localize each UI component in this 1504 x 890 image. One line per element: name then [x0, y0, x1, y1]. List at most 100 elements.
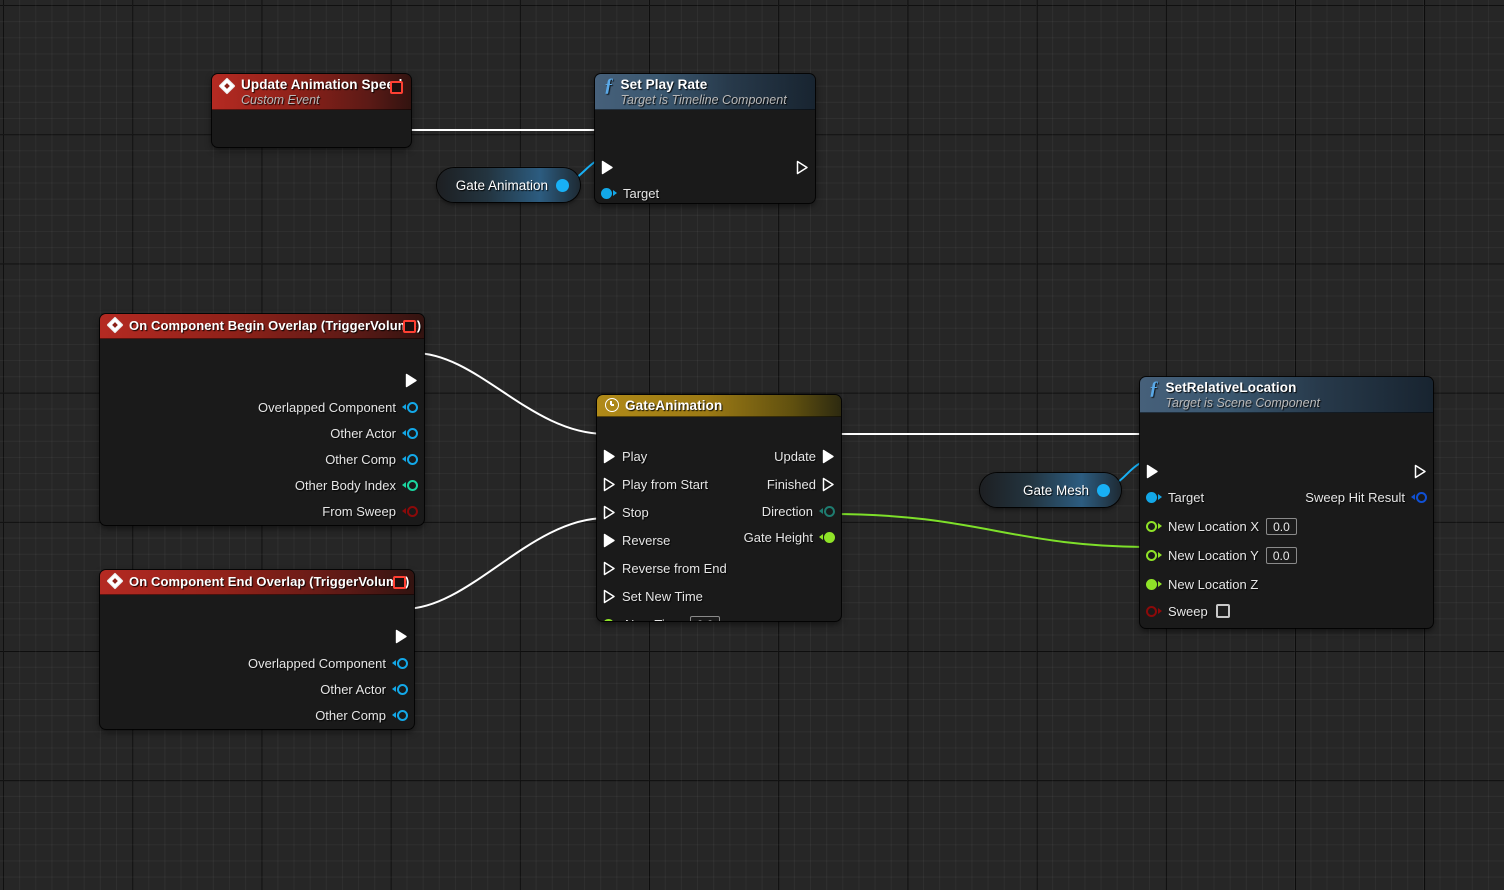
pin-label: Sweep [1168, 603, 1208, 619]
pin-gate-height[interactable]: Gate Height [744, 528, 835, 546]
object-pin-icon[interactable] [392, 709, 408, 721]
pin-from-sweep[interactable]: From Sweep [322, 502, 418, 520]
boolean-pin-icon[interactable] [1146, 605, 1162, 617]
pin-label: Play from Start [622, 476, 708, 492]
node-on-component-end-overlap[interactable]: On Component End Overlap (TriggerVolume)… [100, 570, 414, 729]
pin-update[interactable]: Update [774, 447, 835, 465]
pin-exec-output[interactable] [796, 158, 809, 176]
pin-other-comp[interactable]: Other Comp [325, 450, 418, 468]
exec-pin-icon[interactable] [603, 505, 616, 520]
float-pin-icon[interactable] [819, 531, 835, 543]
exec-pin-icon[interactable] [822, 477, 835, 492]
object-pin-icon[interactable] [1097, 483, 1110, 497]
pin-exec-input[interactable] [1146, 462, 1159, 480]
pin-label: Set New Time [622, 588, 703, 604]
pin-direction[interactable]: Direction [762, 502, 835, 520]
wire-exec-endoverlap-to-reverse [403, 517, 607, 610]
exec-pin-icon[interactable] [603, 533, 616, 548]
pin-label: Other Actor [320, 681, 386, 697]
float-pin-icon[interactable] [603, 618, 619, 621]
object-pin-icon[interactable] [601, 187, 617, 199]
exec-pin-icon[interactable] [1414, 464, 1427, 479]
pin-exec-output[interactable] [395, 627, 408, 645]
exec-pin-icon[interactable] [603, 477, 616, 492]
float-pin-icon[interactable] [1146, 578, 1162, 590]
node-set-play-rate[interactable]: ƒ Set Play Rate Target is Timeline Compo… [595, 74, 815, 203]
struct-pin-icon[interactable] [1411, 491, 1427, 503]
exec-pin-icon[interactable] [601, 160, 614, 175]
pin-label: Direction [761, 503, 813, 519]
pin-target[interactable]: Target [601, 184, 659, 202]
pin-target[interactable]: Target [1146, 488, 1204, 506]
pin-reverse-from-end[interactable]: Reverse from End [603, 559, 727, 577]
pin-other-body-index[interactable]: Other Body Index [295, 476, 418, 494]
object-pin-icon[interactable] [402, 401, 418, 413]
pin-stop[interactable]: Stop [603, 503, 649, 521]
exec-pin-icon[interactable] [603, 561, 616, 576]
pin-other-actor[interactable]: Other Actor [320, 680, 408, 698]
float-pin-icon[interactable] [1146, 549, 1162, 561]
object-pin-icon[interactable] [556, 178, 569, 192]
pin-new-location-z[interactable]: New Location Z [1146, 575, 1258, 593]
node-gate-animation-getter[interactable]: Gate Animation [437, 168, 580, 202]
integer-pin-icon[interactable] [402, 479, 418, 491]
pin-finished[interactable]: Finished [767, 475, 835, 493]
node-title-bar: Update Animation Speed Custom Event [212, 74, 411, 110]
pin-reverse[interactable]: Reverse [603, 531, 670, 549]
delegate-icon[interactable] [393, 576, 406, 589]
pin-overlapped-component[interactable]: Overlapped Component [248, 654, 408, 672]
exec-pin-icon[interactable] [603, 449, 616, 464]
pin-play-from-start[interactable]: Play from Start [603, 475, 708, 493]
node-set-relative-location[interactable]: ƒ SetRelativeLocation Target is Scene Co… [1140, 377, 1433, 628]
node-title-bar: ƒ Set Play Rate Target is Timeline Compo… [595, 74, 815, 110]
node-subtitle: Target is Scene Component [1165, 396, 1321, 411]
pin-overlapped-component[interactable]: Overlapped Component [258, 398, 418, 416]
exec-pin-icon[interactable] [395, 629, 408, 644]
pin-sweep[interactable]: Sweep [1146, 602, 1230, 620]
blueprint-graph-canvas[interactable]: Update Animation Speed Custom Event ƒ Se… [0, 0, 1504, 890]
exec-pin-icon[interactable] [796, 160, 809, 175]
function-f-icon: ƒ [604, 75, 614, 96]
pin-new-time[interactable]: New Time 0.0 [603, 615, 721, 621]
object-pin-icon[interactable] [1146, 491, 1162, 503]
exec-pin-icon[interactable] [603, 589, 616, 604]
pin-set-new-time[interactable]: Set New Time [603, 587, 703, 605]
object-pin-icon[interactable] [402, 427, 418, 439]
exec-pin-icon[interactable] [822, 449, 835, 464]
pin-other-actor[interactable]: Other Actor [330, 424, 418, 442]
node-on-component-begin-overlap[interactable]: On Component Begin Overlap (TriggerVolum… [100, 314, 424, 525]
pin-exec-output[interactable] [1414, 462, 1427, 480]
node-gate-mesh-getter[interactable]: Gate Mesh [980, 473, 1121, 507]
pin-exec-input[interactable] [601, 158, 614, 176]
pin-play[interactable]: Play [603, 447, 647, 465]
pin-new-location-y[interactable]: New Location Y 0.0 [1146, 546, 1297, 564]
pin-label: New Location Y [1168, 547, 1259, 563]
node-body: Overlapped Component Other Actor Other C… [100, 339, 424, 525]
boolean-pin-icon[interactable] [402, 505, 418, 517]
exec-pin-icon[interactable] [1146, 464, 1159, 479]
pin-new-location-x[interactable]: New Location X 0.0 [1146, 517, 1297, 535]
new-location-x-input[interactable]: 0.0 [1266, 517, 1297, 535]
pin-label: Overlapped Component [257, 399, 396, 415]
pin-sweep-hit-result[interactable]: Sweep Hit Result [1305, 488, 1427, 506]
node-title-bar: On Component End Overlap (TriggerVolume) [100, 570, 414, 595]
node-title: Set Play Rate [620, 77, 708, 92]
pin-label: Target [623, 185, 660, 201]
delegate-icon[interactable] [390, 81, 403, 94]
pin-other-comp[interactable]: Other Comp [315, 706, 408, 724]
node-gate-animation-timeline[interactable]: GateAnimation Play Play from Start Stop … [597, 395, 841, 621]
object-pin-icon[interactable] [392, 683, 408, 695]
byte-pin-icon[interactable] [819, 505, 835, 517]
node-update-animation-speed[interactable]: Update Animation Speed Custom Event [212, 74, 411, 147]
pin-exec-output[interactable] [405, 371, 418, 389]
new-location-y-input[interactable]: 0.0 [1265, 546, 1297, 564]
delegate-icon[interactable] [403, 320, 416, 333]
object-pin-icon[interactable] [402, 453, 418, 465]
exec-pin-icon[interactable] [405, 373, 418, 388]
object-pin-icon[interactable] [392, 657, 408, 669]
pin-label: Other Actor [330, 425, 396, 441]
new-time-input[interactable]: 0.0 [689, 615, 721, 621]
float-pin-icon[interactable] [1146, 520, 1162, 532]
sweep-checkbox[interactable] [1215, 604, 1230, 618]
node-body [212, 110, 411, 147]
